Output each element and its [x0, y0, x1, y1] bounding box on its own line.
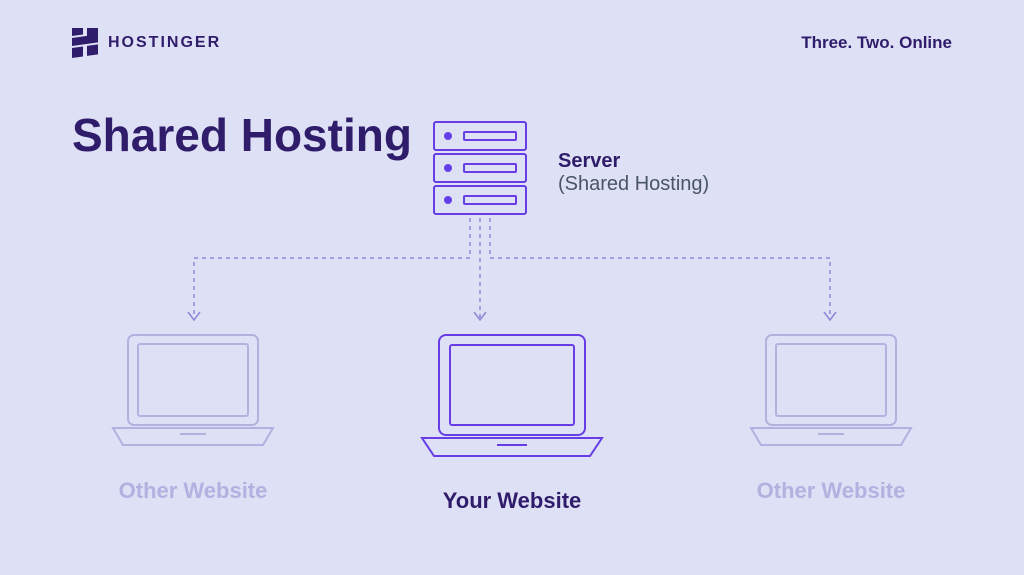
laptop-label-left: Other Website	[119, 478, 268, 504]
server-icon	[432, 120, 528, 218]
server-label-title: Server	[558, 150, 709, 173]
brand-name: HOSTINGER	[108, 34, 221, 52]
laptops-row: Other Website Your Website Other Website	[0, 330, 1024, 514]
connection-lines	[0, 218, 1024, 338]
server-label-sub: (Shared Hosting)	[558, 173, 709, 196]
laptop-icon	[417, 330, 607, 460]
brand-logo: HOSTINGER	[72, 28, 221, 58]
laptop-center: Your Website	[417, 330, 607, 514]
server-label: Server (Shared Hosting)	[558, 150, 709, 196]
hostinger-logo-icon	[72, 28, 98, 58]
tagline: Three. Two. Online	[801, 33, 952, 53]
laptop-icon	[108, 330, 278, 450]
laptop-right: Other Website	[746, 330, 916, 514]
laptop-label-center: Your Website	[443, 488, 582, 514]
header: HOSTINGER Three. Two. Online	[0, 0, 1024, 58]
laptop-icon	[746, 330, 916, 450]
laptop-left: Other Website	[108, 330, 278, 514]
page-title: Shared Hosting	[72, 108, 412, 162]
laptop-label-right: Other Website	[757, 478, 906, 504]
